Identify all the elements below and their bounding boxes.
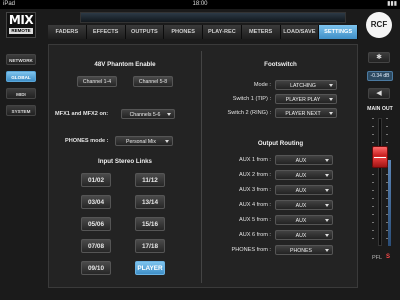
chevron-down-icon xyxy=(329,84,333,87)
chevron-down-icon xyxy=(329,98,333,101)
phantom-ch1-4-button[interactable]: Channel 1-4 xyxy=(77,76,117,87)
tab-faders[interactable]: FADERS xyxy=(48,25,87,39)
stereo-links-title: Input Stereo Links xyxy=(98,158,152,165)
fader-scale-left xyxy=(372,118,374,246)
nav-midi[interactable]: MIDI xyxy=(6,88,36,99)
tab-effects[interactable]: EFFECTS xyxy=(86,25,126,39)
main-out-fader-knob[interactable] xyxy=(372,146,388,168)
aux1-label: AUX 1 from : xyxy=(238,157,271,163)
status-bar: iPad 18:00 ▮▮▮ xyxy=(0,0,400,9)
aux2-label: AUX 2 from : xyxy=(238,172,271,178)
aux4-select[interactable]: AUX xyxy=(275,200,333,210)
aux1-select[interactable]: AUX xyxy=(275,155,333,165)
aux4-value: AUX xyxy=(295,203,307,209)
chevron-down-icon xyxy=(325,204,329,207)
phones-from-label: PHONES from : xyxy=(231,247,271,253)
aux6-value: AUX xyxy=(295,233,307,239)
speaker-icon[interactable]: ◀ xyxy=(368,88,390,99)
gear-icon[interactable]: ✱ xyxy=(368,52,390,63)
tab-phones[interactable]: PHONES xyxy=(164,25,203,39)
main-out-label: MAIN OUT xyxy=(367,106,393,112)
logo-sub: REMOTE xyxy=(9,28,33,34)
mfx-value: Channels 5-6 xyxy=(129,112,161,118)
link-player-button[interactable]: PLAYER xyxy=(135,261,165,275)
chevron-down-icon xyxy=(325,159,329,162)
mfx-label: MFX1 and MFX2 on: xyxy=(55,111,109,117)
main-out-level-meter xyxy=(388,160,391,246)
chevron-down-icon xyxy=(167,113,171,116)
panel-divider xyxy=(201,51,202,283)
aux3-value: AUX xyxy=(295,188,307,194)
aux2-select[interactable]: AUX xyxy=(275,170,333,180)
link-01-02-button[interactable]: 01/02 xyxy=(81,173,111,187)
link-07-08-button[interactable]: 07/08 xyxy=(81,239,111,253)
link-15-16-button[interactable]: 15/16 xyxy=(135,217,165,231)
aux2-value: AUX xyxy=(295,173,307,179)
chevron-down-icon xyxy=(325,234,329,237)
phantom-title: 48V Phantom Enable xyxy=(94,61,156,68)
aux5-select[interactable]: AUX xyxy=(275,215,333,225)
settings-panel: 48V Phantom Enable Channel 1-4 Channel 5… xyxy=(48,44,358,288)
tab-settings[interactable]: SETTINGS xyxy=(319,25,358,39)
nav-network[interactable]: NETWORK xyxy=(6,54,36,65)
app-logo: MIX REMOTE xyxy=(6,12,36,38)
tab-outputs[interactable]: OUTPUTS xyxy=(125,25,165,39)
switch2-label: Switch 2 (RING) : xyxy=(227,110,271,116)
chevron-down-icon xyxy=(325,174,329,177)
top-meter-strip xyxy=(80,12,346,23)
chevron-down-icon xyxy=(329,112,333,115)
solo-button[interactable]: S xyxy=(386,254,390,260)
fader-knob-line xyxy=(374,157,386,158)
aux3-label: AUX 3 from : xyxy=(238,187,271,193)
mfx-select[interactable]: Channels 5-6 xyxy=(121,109,175,119)
phantom-ch5-8-button[interactable]: Channel 5-8 xyxy=(133,76,173,87)
switch1-value: PLAYER PLAY xyxy=(285,97,321,103)
footswitch-mode-select[interactable]: LATCHING xyxy=(275,80,337,90)
aux6-select[interactable]: AUX xyxy=(275,230,333,240)
chevron-down-icon xyxy=(325,189,329,192)
phones-mode-select[interactable]: Personal Mix xyxy=(115,136,173,146)
phones-from-select[interactable]: PHONES xyxy=(275,245,333,255)
aux5-label: AUX 5 from : xyxy=(238,217,271,223)
rcf-logo: RCF xyxy=(366,12,392,38)
switch2-select[interactable]: PLAYER NEXT xyxy=(275,108,337,118)
status-time: 18:00 xyxy=(192,1,208,7)
nav-system[interactable]: SYSTEM xyxy=(6,105,36,116)
phones-mode-value: Personal Mix xyxy=(126,139,156,145)
chevron-down-icon xyxy=(325,219,329,222)
link-13-14-button[interactable]: 13/14 xyxy=(135,195,165,209)
footswitch-title: Footswitch xyxy=(264,61,297,68)
chevron-down-icon xyxy=(165,140,169,143)
main-out-fader-track xyxy=(378,118,382,246)
footswitch-mode-label: Mode : xyxy=(253,82,271,88)
tab-meters[interactable]: METERS xyxy=(241,25,281,39)
logo-main: MIX xyxy=(8,13,34,27)
tab-load-save[interactable]: LOAD/SAVE xyxy=(280,25,320,39)
settings-nav: NETWORK GLOBAL MIDI SYSTEM xyxy=(6,54,36,122)
tab-play-rec[interactable]: PLAY-REC xyxy=(203,25,242,39)
battery-icon: ▮▮▮ xyxy=(387,1,397,7)
switch2-value: PLAYER NEXT xyxy=(285,111,321,117)
link-03-04-button[interactable]: 03/04 xyxy=(81,195,111,209)
aux4-label: AUX 4 from : xyxy=(238,202,271,208)
tab-bar: FADERS EFFECTS OUTPUTS PHONES PLAY-REC M… xyxy=(48,25,358,39)
aux5-value: AUX xyxy=(295,218,307,224)
switch1-select[interactable]: PLAYER PLAY xyxy=(275,94,337,104)
phones-from-value: PHONES xyxy=(290,248,312,254)
nav-global[interactable]: GLOBAL xyxy=(6,71,36,82)
link-05-06-button[interactable]: 05/06 xyxy=(81,217,111,231)
link-11-12-button[interactable]: 11/12 xyxy=(135,173,165,187)
footswitch-mode-value: LATCHING xyxy=(290,83,316,89)
phones-mode-label: PHONES mode : xyxy=(65,138,109,144)
link-09-10-button[interactable]: 09/10 xyxy=(81,261,111,275)
output-routing-title: Output Routing xyxy=(257,140,304,147)
switch1-label: Switch 1 (TIP) : xyxy=(232,96,271,102)
aux1-value: AUX xyxy=(295,158,307,164)
chevron-down-icon xyxy=(325,249,329,252)
link-17-18-button[interactable]: 17/18 xyxy=(135,239,165,253)
aux6-label: AUX 6 from : xyxy=(238,232,271,238)
main-out-gain-readout: -0.34 dB xyxy=(367,71,393,81)
aux3-select[interactable]: AUX xyxy=(275,185,333,195)
pfl-label[interactable]: PFL xyxy=(372,255,382,261)
